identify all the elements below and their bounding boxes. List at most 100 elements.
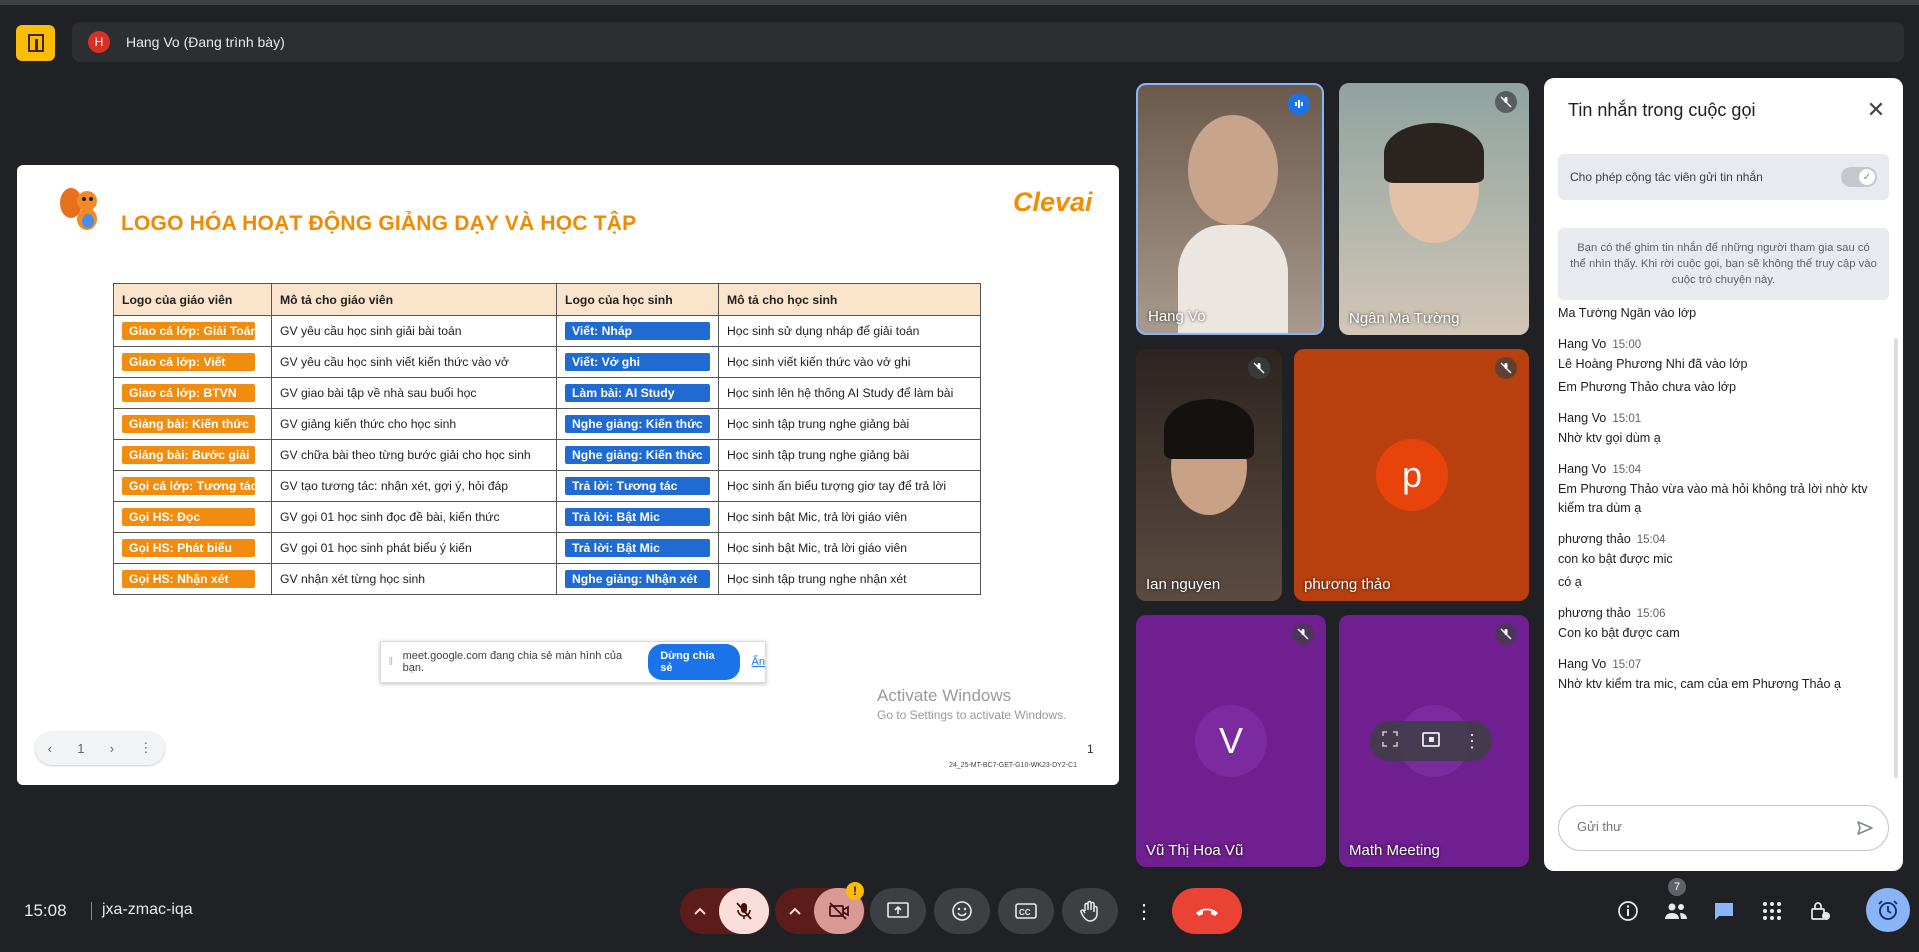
table-cell: Gọi HS: Nhận xét (113, 563, 272, 595)
table-cell: Học sinh tập trung nghe giảng bài (718, 439, 981, 471)
table-cell: GV giao bài tập về nhà sau buổi học (271, 377, 557, 409)
emoji-reaction-button[interactable] (934, 888, 990, 934)
table-row: Giao cá lớp: Giải Toán GV yêu cầu học sin… (113, 315, 981, 347)
table-row: Gọi HS: Nhận xét GV nhận xét từng học sin… (113, 563, 981, 595)
participant-tile-ian[interactable]: Ian nguyen (1136, 349, 1282, 601)
student-logo-tag: Nghe giảng: Kiến thức (565, 446, 710, 464)
pin-to-screen-icon[interactable] (1421, 729, 1441, 754)
captions-button[interactable]: CC (998, 888, 1054, 934)
send-icon[interactable] (1856, 819, 1874, 842)
top-strip (0, 0, 1919, 5)
table-cell: Nghe giảng: Kiến thức (556, 439, 719, 471)
table-header-row: Logo của giáo viên Mô tả cho giáo viên L… (113, 283, 981, 316)
slide-code: 24_25-MT-BC7-GET-G10-WK23-DY2-C1 (949, 762, 1077, 769)
message-sender: Hang Vo (1558, 411, 1607, 425)
svg-text:CC: CC (1019, 908, 1031, 917)
mic-off-icon (1292, 623, 1314, 645)
teacher-logo-tag: Giảng bài: Bước giải (122, 446, 255, 464)
message-input-box[interactable] (1558, 805, 1889, 851)
chat-scrollbar[interactable] (1894, 338, 1898, 778)
student-logo-tag: Trả lời: Tương tác (565, 477, 710, 495)
frame-icon[interactable] (1381, 730, 1399, 753)
teacher-logo-tag: Giao cá lớp: Viết (122, 353, 255, 371)
message-text: Em Phương Thảo vừa vào mà hỏi không trả … (1558, 482, 1868, 515)
participant-tile-phuong-thao[interactable]: p phương thảo (1294, 349, 1529, 601)
meet-room-icon[interactable] (16, 25, 55, 61)
table-cell: GV tạo tương tác: nhận xét, gợi ý, hỏi đ… (271, 470, 557, 502)
allow-messages-label: Cho phép cộng tác viên gửi tin nhắn (1570, 170, 1763, 184)
table-cell: Học sinh bật Mic, trả lời giáo viên (718, 501, 981, 533)
participant-tile-hang-vo[interactable]: Hang Vo (1136, 83, 1324, 335)
present-screen-button[interactable] (870, 888, 926, 934)
student-logo-tag: Trả lời: Bật Mic (565, 539, 710, 557)
mic-off-icon (1495, 623, 1517, 645)
next-slide-icon[interactable]: › (110, 741, 114, 756)
table-cell: Gọi HS: Đọc (113, 501, 272, 533)
table-cell: GV gọi 01 học sinh đọc đề bài, kiến thức (271, 501, 557, 533)
message-text: Lê Hoàng Phương Nhi đã vào lớp (1558, 357, 1748, 371)
column-header: Logo của giáo viên (113, 283, 272, 316)
activate-title: Activate Windows (877, 686, 1012, 705)
message-header: Hang Vo 15:00 (1558, 337, 1878, 351)
tile-hover-toolbar: ⋮ (1370, 721, 1492, 761)
more-options-icon[interactable]: ⋮ (1463, 731, 1481, 752)
message-groups: Hang Vo 15:00 Lê Hoàng Phương Nhi đã vào l… (1558, 337, 1878, 694)
presenter-bar: H Hang Vo (Đang trình bày) (72, 22, 1904, 62)
mic-off-button[interactable] (719, 888, 769, 934)
share-notice: meet.google.com đang chia sẻ màn hình củ… (402, 650, 623, 674)
message-header: phương thảo 15:06 (1558, 606, 1878, 620)
timer-icon[interactable] (1866, 888, 1910, 932)
more-options-icon[interactable]: ⋮ (1132, 888, 1156, 934)
check-icon: ✓ (1859, 169, 1875, 185)
teacher-logo-tag: Giảng bài: Kiến thức (122, 415, 255, 433)
hide-link[interactable]: Ẩn (752, 656, 765, 668)
student-logo-tag: Nghe giảng: Nhận xét (565, 570, 710, 588)
table-cell: Gọi cá lớp: Tương tác (113, 470, 272, 502)
table-row: Giảng bài: Kiến thức GV giảng kiến thức c… (113, 408, 981, 440)
message-group: Hang Vo 15:00 Lê Hoàng Phương Nhi đã vào l… (1558, 337, 1878, 397)
message-time: 15:06 (1636, 608, 1666, 620)
leave-call-button[interactable] (1172, 888, 1242, 934)
table-cell: GV giảng kiến thức cho học sinh (271, 408, 557, 440)
message-text: Em Phương Thảo chưa vào lớp (1558, 380, 1737, 394)
chat-icon[interactable] (1708, 895, 1740, 927)
more-options-icon[interactable]: ⋮ (139, 740, 152, 756)
table-cell: Giao cá lớp: Viết (113, 346, 272, 378)
close-icon[interactable]: ✕ (1862, 96, 1890, 124)
student-logo-tag: Làm bài: AI Study (565, 384, 710, 402)
message-time: 15:04 (1636, 534, 1666, 546)
meeting-details-icon[interactable] (1612, 895, 1644, 927)
participant-tile-vu[interactable]: V Vũ Thị Hoa Vũ (1136, 615, 1326, 867)
message-header: phương thảo 15:04 (1558, 532, 1878, 546)
message-group: Hang Vo 15:04 Em Phương Thảo vừa vào mà hỏ… (1558, 462, 1878, 518)
message-group: Hang Vo 15:07 Nhờ ktv kiểm tra mic, cam củ… (1558, 657, 1878, 694)
host-controls-icon[interactable] (1804, 895, 1836, 927)
teacher-logo-tag: Giao cá lớp: BTVN (122, 384, 255, 402)
raise-hand-button[interactable] (1062, 888, 1118, 934)
stop-sharing-button[interactable]: Dừng chia sẻ (648, 644, 740, 680)
participant-hair (1384, 123, 1484, 183)
warning-badge: ! (846, 882, 864, 900)
participant-tile-ngan[interactable]: Ngân Ma Tường (1339, 83, 1529, 335)
table-cell: Học sinh lên hệ thống AI Study để làm bà… (718, 377, 981, 409)
student-logo-tag: Trả lời: Bật Mic (565, 508, 710, 526)
table-row: Gọi HS: Phát biểu GV gọi 01 học sinh phát… (113, 532, 981, 564)
message-group: phương thảo 15:06 Con ko bật được cam (1558, 606, 1878, 643)
chevron-up-icon[interactable] (776, 888, 814, 934)
participant-video (1188, 115, 1278, 225)
activities-grid-icon[interactable] (1756, 895, 1788, 927)
people-icon[interactable] (1660, 895, 1692, 927)
table-cell: GV gọi 01 học sinh phát biểu ý kiến (271, 532, 557, 564)
message-header: Hang Vo 15:01 (1558, 411, 1878, 425)
allow-messages-toggle[interactable]: ✓ (1841, 167, 1877, 187)
presenter-label: Hang Vo (Đang trình bày) (126, 34, 285, 50)
drag-handle-icon[interactable]: ‖ (385, 656, 397, 668)
chevron-up-icon[interactable] (681, 888, 719, 934)
prev-slide-icon[interactable]: ‹ (48, 741, 52, 756)
message-input[interactable] (1575, 818, 1839, 835)
student-logo-tag: Viết: Nháp (565, 322, 710, 340)
participant-name: phương thảo (1304, 576, 1391, 593)
microphone-control (680, 888, 770, 934)
activate-subtitle: Go to Settings to activate Windows. (877, 708, 1067, 722)
table-cell: GV nhận xét từng học sinh (271, 563, 557, 595)
